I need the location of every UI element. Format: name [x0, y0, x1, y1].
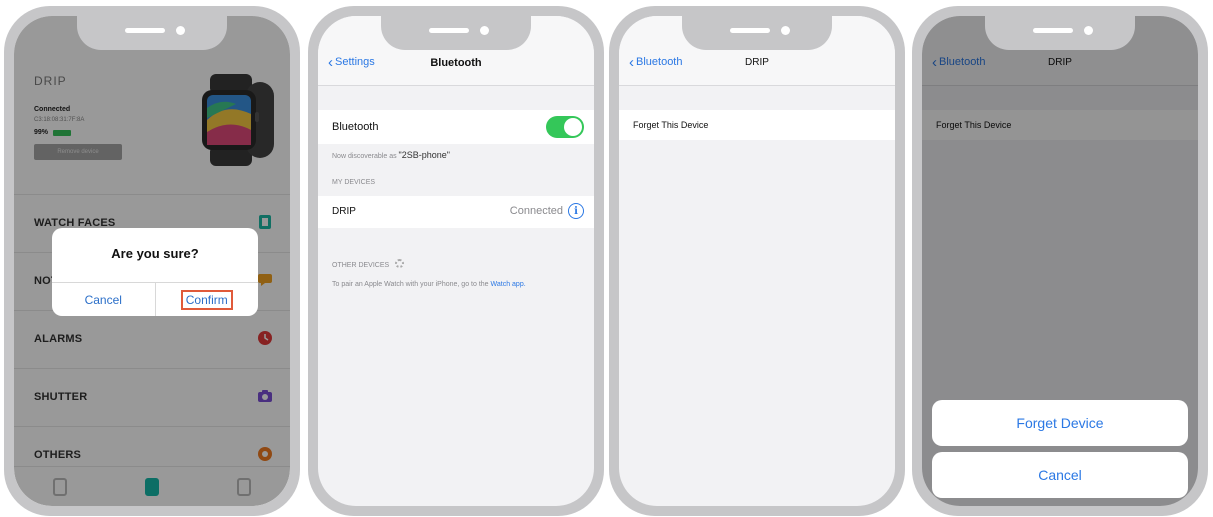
device-row-name: DRIP: [332, 206, 356, 217]
pair-note: To pair an Apple Watch with your iPhone,…: [332, 280, 582, 289]
bluetooth-label: Bluetooth: [332, 121, 379, 133]
phone-notch: [985, 16, 1135, 50]
device-row-drip[interactable]: DRIP Connected i: [318, 196, 594, 228]
loading-spinner-icon: [395, 259, 405, 268]
phone-frame-device-detail: ‹ Bluetooth DRIP Forget This Device: [609, 6, 905, 516]
phone-notch: [381, 16, 531, 50]
phone-screen-device-detail: ‹ Bluetooth DRIP Forget This Device: [619, 16, 895, 506]
other-devices-header: OTHER DEVICES: [332, 259, 405, 269]
phone-frame-app: DRIP Connected C3:18:08:31:7F:8A 99% Rem…: [4, 6, 300, 516]
other-devices-label: OTHER DEVICES: [332, 262, 390, 269]
cancel-button[interactable]: Cancel: [932, 452, 1188, 498]
discoverable-text: Now discoverable as "2SB-phone": [332, 150, 450, 160]
confirm-label: Confirm: [180, 289, 233, 310]
pair-note-text: To pair an Apple Watch with your iPhone,…: [332, 281, 489, 288]
discoverable-name: "2SB-phone": [398, 150, 450, 160]
phone-screen-forget-sheet: ‹ Bluetooth DRIP Forget This Device Forge…: [922, 16, 1198, 506]
forget-device-row[interactable]: Forget This Device: [619, 110, 895, 140]
info-icon[interactable]: i: [568, 203, 584, 219]
phone-screen-bluetooth: ‹ Settings Bluetooth Bluetooth Now discov…: [318, 16, 594, 506]
phone-notch: [682, 16, 832, 50]
confirm-dialog: Are you sure? Cancel Confirm: [52, 228, 258, 316]
watch-app-link[interactable]: Watch app.: [491, 281, 526, 288]
discoverable-prefix: Now discoverable as: [332, 153, 397, 160]
page-title: DRIP: [745, 57, 769, 68]
dialog-buttons: Cancel Confirm: [52, 282, 258, 316]
cancel-button[interactable]: Cancel: [52, 283, 156, 316]
tutorial-stage: DRIP Connected C3:18:08:31:7F:8A 99% Rem…: [0, 0, 1213, 517]
phone-frame-forget-sheet: ‹ Bluetooth DRIP Forget This Device Forge…: [912, 6, 1208, 516]
confirm-button[interactable]: Confirm: [156, 283, 259, 316]
forget-device-label: Forget This Device: [633, 120, 709, 130]
page-title: Bluetooth: [430, 57, 482, 69]
phone-screen-app: DRIP Connected C3:18:08:31:7F:8A 99% Rem…: [14, 16, 290, 506]
phone-notch: [77, 16, 227, 50]
forget-device-button[interactable]: Forget Device: [932, 400, 1188, 446]
my-devices-header: MY DEVICES: [332, 179, 376, 186]
bluetooth-toggle-row: Bluetooth: [318, 110, 594, 144]
dialog-title: Are you sure?: [111, 246, 199, 261]
bluetooth-toggle[interactable]: [546, 116, 584, 138]
device-row-status-group: Connected i: [510, 203, 584, 219]
phone-frame-bluetooth: ‹ Settings Bluetooth Bluetooth Now discov…: [308, 6, 604, 516]
device-row-status: Connected: [509, 205, 563, 217]
